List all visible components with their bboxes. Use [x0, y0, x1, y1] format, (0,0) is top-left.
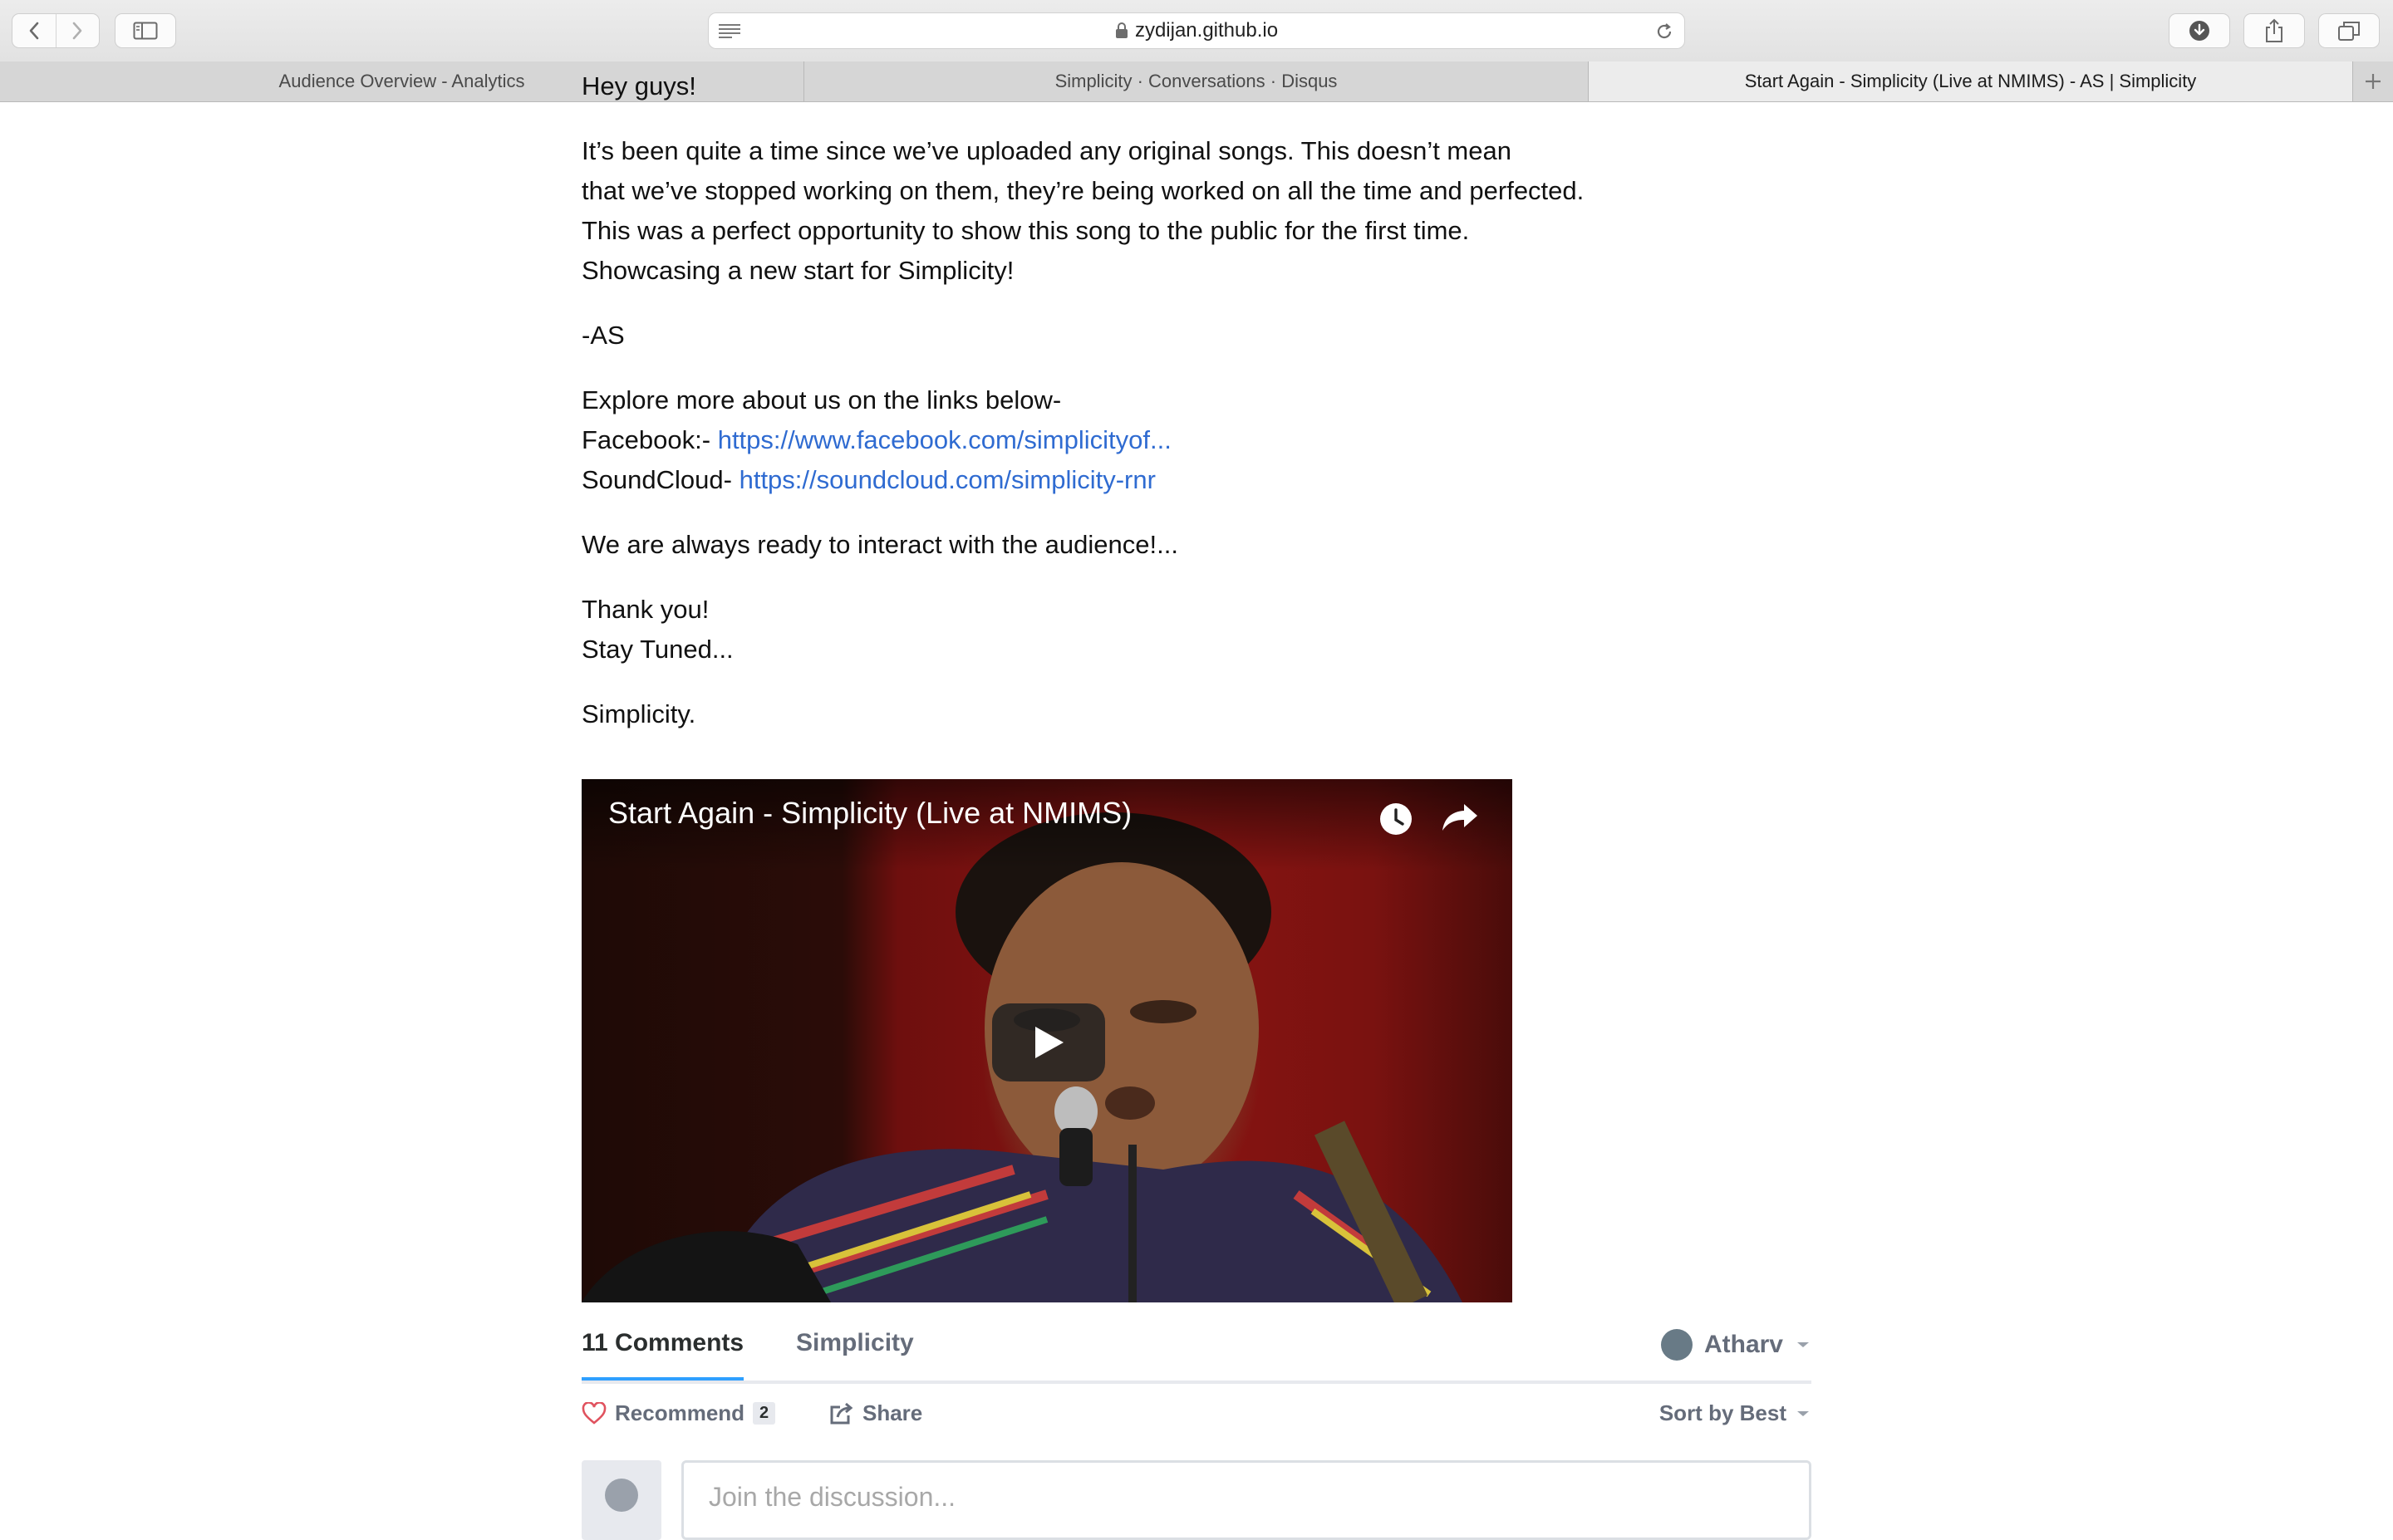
new-tab-button[interactable] [2353, 61, 2393, 101]
sort-label: Sort by Best [1658, 1400, 1786, 1425]
intro-line: that we’ve stopped working on them, they… [582, 176, 1585, 205]
tab-label: Audience Overview - Analytics [278, 71, 525, 91]
share-icon [830, 1402, 853, 1424]
tab-overview-button[interactable] [2318, 13, 2380, 48]
greeting: Hey guys! [582, 71, 696, 101]
downloads-button[interactable] [2169, 13, 2230, 48]
intro-line: It’s been quite a time since we’ve uploa… [582, 136, 1511, 165]
heart-icon [582, 1401, 607, 1425]
chevron-left-icon [29, 22, 39, 40]
closing-text: Simplicity. [582, 699, 696, 728]
share-page-button[interactable] [2243, 13, 2305, 48]
share-arrow-icon [1442, 804, 1477, 831]
forward-button[interactable] [55, 14, 100, 47]
sort-dropdown[interactable]: Sort by Best [1659, 1400, 1811, 1426]
recommend-label: Recommend [615, 1400, 745, 1425]
chevron-down-icon [1797, 1410, 1809, 1416]
comment-box[interactable] [681, 1460, 1811, 1540]
avatar [1660, 1329, 1693, 1361]
comment-actions-bar: Recommend 2 Share Sort by Best [582, 1395, 1811, 1435]
tab-comments[interactable]: 11 Comments [582, 1329, 744, 1381]
soundcloud-label: SoundCloud- [582, 465, 732, 494]
share-button[interactable]: Share [829, 1400, 922, 1426]
sidebar-button[interactable] [115, 13, 176, 48]
reload-icon [1657, 23, 1672, 39]
sidebar-icon [133, 22, 158, 40]
interact-text: We are always ready to interact with the… [582, 530, 1178, 559]
lock-icon [1115, 22, 1128, 38]
recommend-count: 2 [753, 1402, 776, 1425]
tab-community[interactable]: Simplicity [796, 1329, 914, 1377]
video-share-button[interactable] [1441, 801, 1479, 838]
avatar-placeholder-icon [605, 1479, 638, 1512]
share-label: Share [862, 1400, 923, 1425]
post-body: Hey guys! It’s been quite a time since w… [582, 71, 1828, 734]
chevron-down-icon [1797, 1342, 1809, 1347]
chevron-right-icon [72, 22, 82, 40]
recommend-button[interactable]: Recommend 2 [582, 1400, 776, 1426]
signature: -AS [582, 321, 625, 350]
intro-line: Showcasing a new start for Simplicity! [582, 256, 1015, 285]
comment-input[interactable] [707, 1481, 1708, 1513]
youtube-embed[interactable]: Start Again - Simplicity (Live at NMIMS) [582, 779, 1512, 1302]
commenter-avatar [582, 1460, 661, 1540]
url-display: zydijan.github.io [709, 13, 1684, 48]
intro-line: This was a perfect opportunity to show t… [582, 216, 1470, 245]
soundcloud-link[interactable]: https://soundcloud.com/simplicity-rnr [740, 465, 1156, 494]
browser-toolbar: zydijan.github.io [0, 0, 2393, 62]
video-title[interactable]: Start Again - Simplicity (Live at NMIMS) [608, 796, 1132, 831]
navigation-buttons [12, 13, 100, 48]
url-text: zydijan.github.io [1134, 19, 1279, 42]
links-paragraph: Explore more about us on the links below… [582, 380, 1828, 500]
plus-icon [2366, 74, 2381, 89]
intro-paragraph: It’s been quite a time since we’ve uploa… [582, 131, 1828, 291]
thanks-text: Thank you! [582, 595, 710, 624]
user-name: Atharv [1703, 1331, 1783, 1358]
tabs-icon [2338, 22, 2360, 41]
watch-later-button[interactable] [1378, 801, 1414, 841]
watch-later-icon [1380, 803, 1412, 835]
soundcloud-line: SoundCloud- https://soundcloud.com/simpl… [582, 460, 1828, 500]
back-button[interactable] [12, 14, 56, 47]
stay-tuned-text: Stay Tuned... [582, 635, 734, 664]
facebook-link[interactable]: https://www.facebook.com/simplicityof... [718, 425, 1172, 454]
facebook-line: Facebook:- https://www.facebook.com/simp… [582, 420, 1828, 460]
facebook-label: Facebook:- [582, 425, 711, 454]
links-intro: Explore more about us on the links below… [582, 385, 1062, 414]
reload-button[interactable] [1654, 22, 1674, 46]
user-menu[interactable]: Atharv [1660, 1329, 1811, 1361]
address-bar[interactable]: zydijan.github.io [708, 12, 1685, 49]
thanks-paragraph: Thank you! Stay Tuned... [582, 590, 1828, 669]
share-icon [2266, 18, 2282, 42]
download-icon [2189, 21, 2209, 41]
disqus-nav: 11 Comments Simplicity Atharv [582, 1321, 1811, 1384]
play-icon [1035, 1027, 1064, 1058]
play-button[interactable] [992, 1003, 1105, 1081]
